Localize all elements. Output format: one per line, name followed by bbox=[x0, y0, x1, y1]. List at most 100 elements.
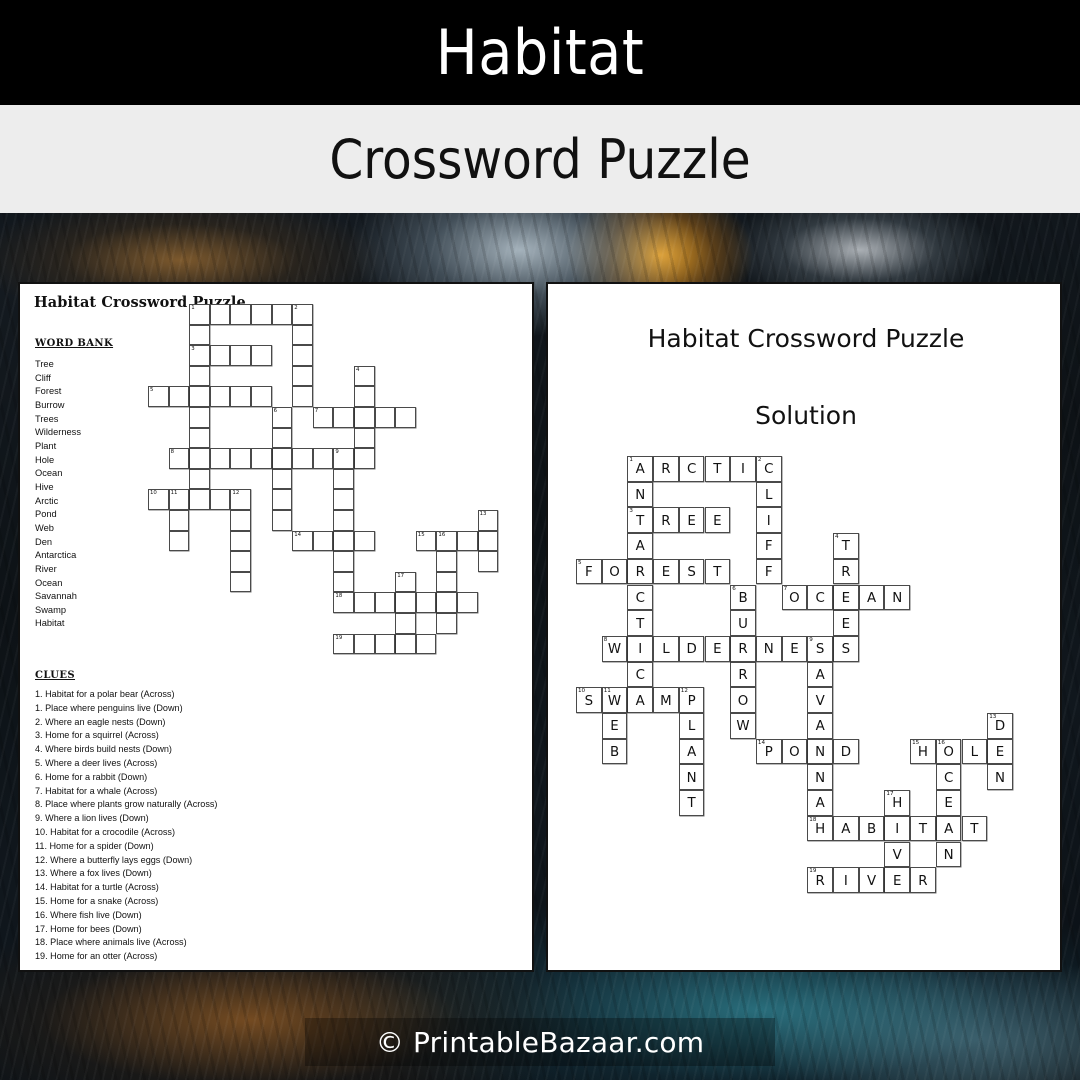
puzzle-cell[interactable]: 14 bbox=[292, 530, 313, 552]
puzzle-cell[interactable] bbox=[251, 448, 272, 469]
puzzle-cell[interactable] bbox=[230, 448, 251, 469]
word-bank-item: Savannah bbox=[35, 591, 77, 602]
puzzle-cell[interactable] bbox=[271, 304, 293, 325]
puzzle-cell[interactable] bbox=[209, 304, 231, 325]
puzzle-cell[interactable] bbox=[230, 530, 251, 552]
puzzle-cell[interactable] bbox=[312, 530, 334, 552]
puzzle-cell[interactable] bbox=[395, 592, 416, 613]
puzzle-cell[interactable] bbox=[271, 468, 293, 490]
puzzle-cell[interactable] bbox=[436, 592, 457, 613]
puzzle-cell[interactable] bbox=[477, 551, 499, 572]
puzzle-cell[interactable] bbox=[251, 304, 272, 325]
cell-letter: L bbox=[765, 488, 773, 504]
puzzle-cell[interactable] bbox=[395, 407, 416, 428]
puzzle-cell[interactable]: 10 bbox=[148, 489, 169, 510]
puzzle-cell[interactable] bbox=[354, 448, 375, 469]
puzzle-cell[interactable] bbox=[415, 633, 437, 655]
puzzle-cell[interactable] bbox=[354, 530, 375, 552]
puzzle-cell[interactable] bbox=[333, 530, 354, 552]
puzzle-cell[interactable] bbox=[436, 551, 457, 572]
puzzle-cell[interactable] bbox=[354, 386, 375, 407]
solution-cell: V bbox=[807, 687, 833, 713]
solution-cell: R bbox=[730, 635, 756, 662]
puzzle-cell[interactable]: 5 bbox=[148, 386, 169, 407]
puzzle-cell[interactable] bbox=[395, 633, 416, 655]
puzzle-cell[interactable] bbox=[189, 365, 210, 387]
puzzle-cell[interactable] bbox=[189, 468, 210, 490]
cell-letter: V bbox=[815, 693, 825, 709]
puzzle-cell[interactable] bbox=[374, 633, 396, 655]
puzzle-cell[interactable] bbox=[333, 551, 354, 572]
puzzle-cell[interactable] bbox=[436, 571, 457, 593]
puzzle-cell[interactable] bbox=[354, 633, 375, 655]
puzzle-cell[interactable] bbox=[189, 489, 210, 510]
puzzle-cell[interactable] bbox=[333, 407, 354, 428]
cell-letter: E bbox=[790, 642, 799, 658]
puzzle-cell[interactable] bbox=[189, 386, 210, 407]
cell-letter: R bbox=[841, 565, 851, 581]
puzzle-cell[interactable] bbox=[374, 592, 396, 613]
puzzle-cell[interactable] bbox=[209, 386, 231, 407]
puzzle-cell[interactable] bbox=[354, 427, 375, 449]
puzzle-cell[interactable] bbox=[168, 510, 190, 531]
puzzle-cell[interactable]: 16 bbox=[436, 530, 457, 552]
puzzle-cell[interactable] bbox=[292, 448, 313, 469]
puzzle-cell[interactable] bbox=[312, 448, 334, 469]
puzzle-cell[interactable] bbox=[333, 489, 354, 510]
puzzle-cell[interactable]: 11 bbox=[168, 489, 190, 510]
puzzle-cell[interactable] bbox=[230, 510, 251, 531]
puzzle-cell[interactable] bbox=[477, 530, 499, 552]
puzzle-cell[interactable]: 7 bbox=[312, 407, 334, 428]
word-bank-item: Pond bbox=[35, 509, 57, 520]
puzzle-cell[interactable]: 3 bbox=[189, 345, 210, 366]
puzzle-cell[interactable] bbox=[271, 448, 293, 469]
puzzle-cell[interactable]: 6 bbox=[271, 407, 293, 428]
puzzle-cell[interactable] bbox=[189, 407, 210, 428]
puzzle-cell[interactable] bbox=[209, 489, 231, 510]
puzzle-cell[interactable] bbox=[333, 468, 354, 490]
puzzle-cell[interactable] bbox=[230, 386, 251, 407]
puzzle-cell[interactable] bbox=[457, 530, 478, 552]
puzzle-cell[interactable]: 18 bbox=[333, 592, 354, 613]
puzzle-cell[interactable] bbox=[209, 448, 231, 469]
puzzle-cell[interactable] bbox=[251, 345, 272, 366]
puzzle-cell[interactable]: 2 bbox=[292, 304, 313, 325]
puzzle-cell[interactable] bbox=[230, 551, 251, 572]
puzzle-cell[interactable] bbox=[354, 592, 375, 613]
puzzle-cell[interactable] bbox=[271, 427, 293, 449]
puzzle-cell[interactable] bbox=[189, 448, 210, 469]
puzzle-cell[interactable] bbox=[230, 571, 251, 593]
puzzle-cell[interactable]: 8 bbox=[168, 448, 190, 469]
puzzle-cell[interactable] bbox=[333, 571, 354, 593]
puzzle-cell[interactable] bbox=[354, 407, 375, 428]
puzzle-cell[interactable] bbox=[333, 510, 354, 531]
solution-cell: C bbox=[627, 584, 654, 611]
puzzle-cell[interactable] bbox=[189, 427, 210, 449]
puzzle-cell[interactable] bbox=[292, 345, 313, 366]
puzzle-cell[interactable] bbox=[168, 386, 190, 407]
puzzle-cell[interactable]: 1 bbox=[189, 304, 210, 325]
puzzle-cell[interactable]: 19 bbox=[333, 633, 354, 655]
puzzle-cell[interactable] bbox=[168, 530, 190, 552]
puzzle-cell[interactable] bbox=[374, 407, 396, 428]
puzzle-cell[interactable] bbox=[189, 324, 210, 346]
puzzle-cell[interactable] bbox=[230, 304, 251, 325]
puzzle-cell[interactable] bbox=[271, 489, 293, 510]
puzzle-cell[interactable] bbox=[415, 592, 437, 613]
puzzle-cell[interactable] bbox=[230, 345, 251, 366]
puzzle-cell[interactable]: 4 bbox=[354, 365, 375, 387]
puzzle-cell[interactable] bbox=[292, 324, 313, 346]
puzzle-cell[interactable] bbox=[292, 386, 313, 407]
puzzle-cell[interactable]: 17 bbox=[395, 571, 416, 593]
puzzle-cell[interactable] bbox=[436, 613, 457, 634]
puzzle-cell[interactable]: 15 bbox=[415, 530, 437, 552]
puzzle-cell[interactable] bbox=[209, 345, 231, 366]
puzzle-cell[interactable] bbox=[271, 510, 293, 531]
puzzle-cell[interactable] bbox=[292, 365, 313, 387]
puzzle-cell[interactable] bbox=[457, 592, 478, 613]
puzzle-cell[interactable]: 13 bbox=[477, 510, 499, 531]
puzzle-cell[interactable] bbox=[251, 386, 272, 407]
puzzle-cell[interactable]: 12 bbox=[230, 489, 251, 510]
puzzle-cell[interactable] bbox=[395, 613, 416, 634]
puzzle-cell[interactable]: 9 bbox=[333, 448, 354, 469]
